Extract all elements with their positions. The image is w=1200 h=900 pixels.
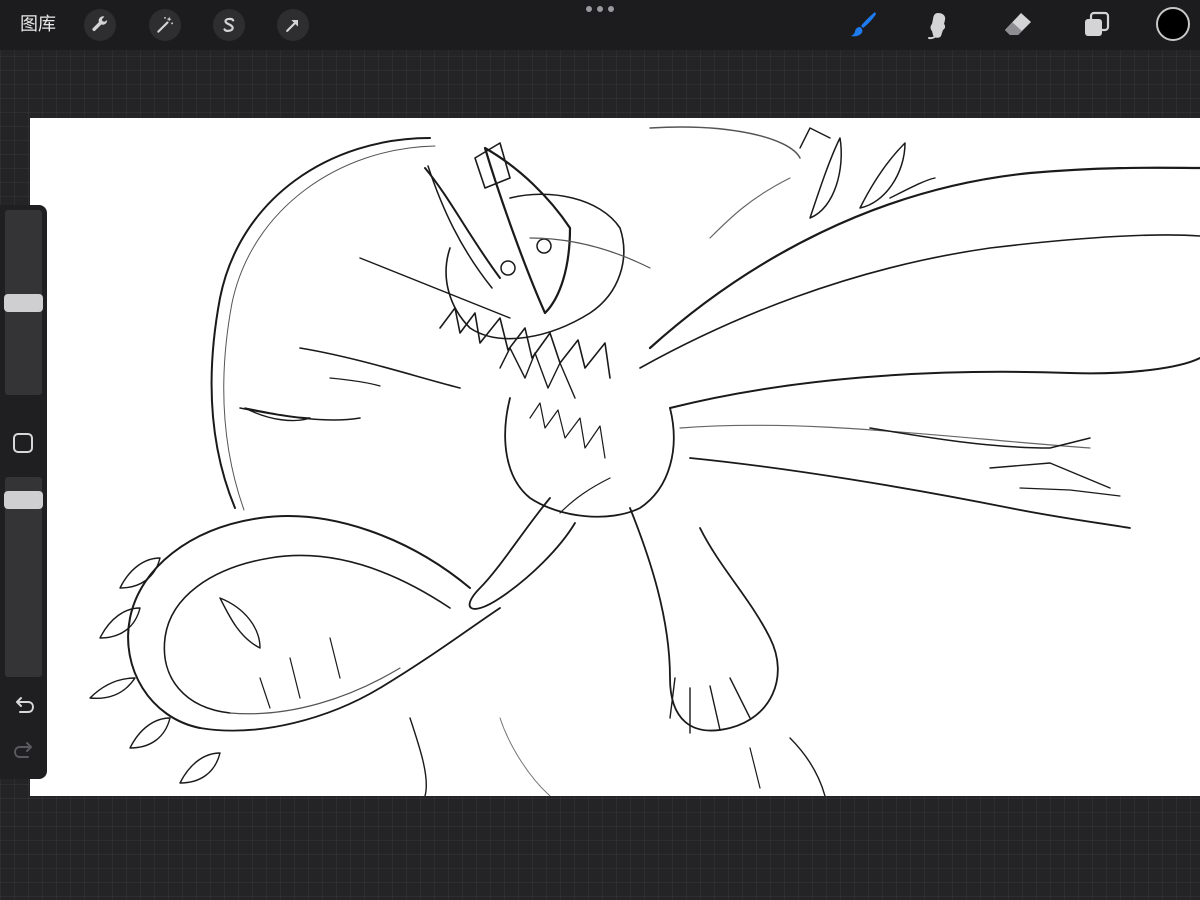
magic-wand-icon	[157, 16, 173, 33]
modify-button[interactable]	[13, 433, 33, 453]
paint-tool-button[interactable]	[846, 8, 880, 42]
eraser-tool-button[interactable]	[1001, 8, 1035, 42]
layers-icon	[1085, 11, 1110, 36]
selection-button[interactable]	[213, 9, 245, 41]
smudge-icon	[928, 13, 946, 40]
drawing-canvas[interactable]	[30, 118, 1200, 796]
adjustments-button[interactable]	[149, 9, 181, 41]
brush-sidebar	[0, 205, 47, 779]
more-options-icon[interactable]	[586, 2, 614, 16]
actions-button[interactable]	[84, 9, 116, 41]
eraser-icon	[1005, 13, 1031, 35]
gallery-button[interactable]: 图库	[20, 13, 56, 37]
dragon-sketch-artwork	[89, 126, 1200, 796]
selection-s-icon	[223, 17, 235, 32]
brush-opacity-thumb[interactable]	[4, 490, 43, 509]
layers-button[interactable]	[1079, 8, 1113, 42]
arrow-cursor-icon	[286, 20, 298, 32]
undo-button[interactable]	[11, 695, 37, 717]
color-picker-swatch[interactable]	[1156, 7, 1190, 41]
wrench-icon	[92, 16, 108, 32]
brush-size-thumb[interactable]	[4, 293, 43, 312]
smudge-tool-button[interactable]	[922, 8, 956, 42]
redo-button[interactable]	[11, 740, 37, 762]
transform-button[interactable]	[277, 9, 309, 41]
brush-icon	[851, 12, 876, 37]
procreate-workspace: 图库	[0, 0, 1200, 900]
redo-arrow-icon	[13, 742, 32, 758]
top-toolbar: 图库	[0, 0, 1200, 50]
undo-arrow-icon	[16, 697, 35, 713]
